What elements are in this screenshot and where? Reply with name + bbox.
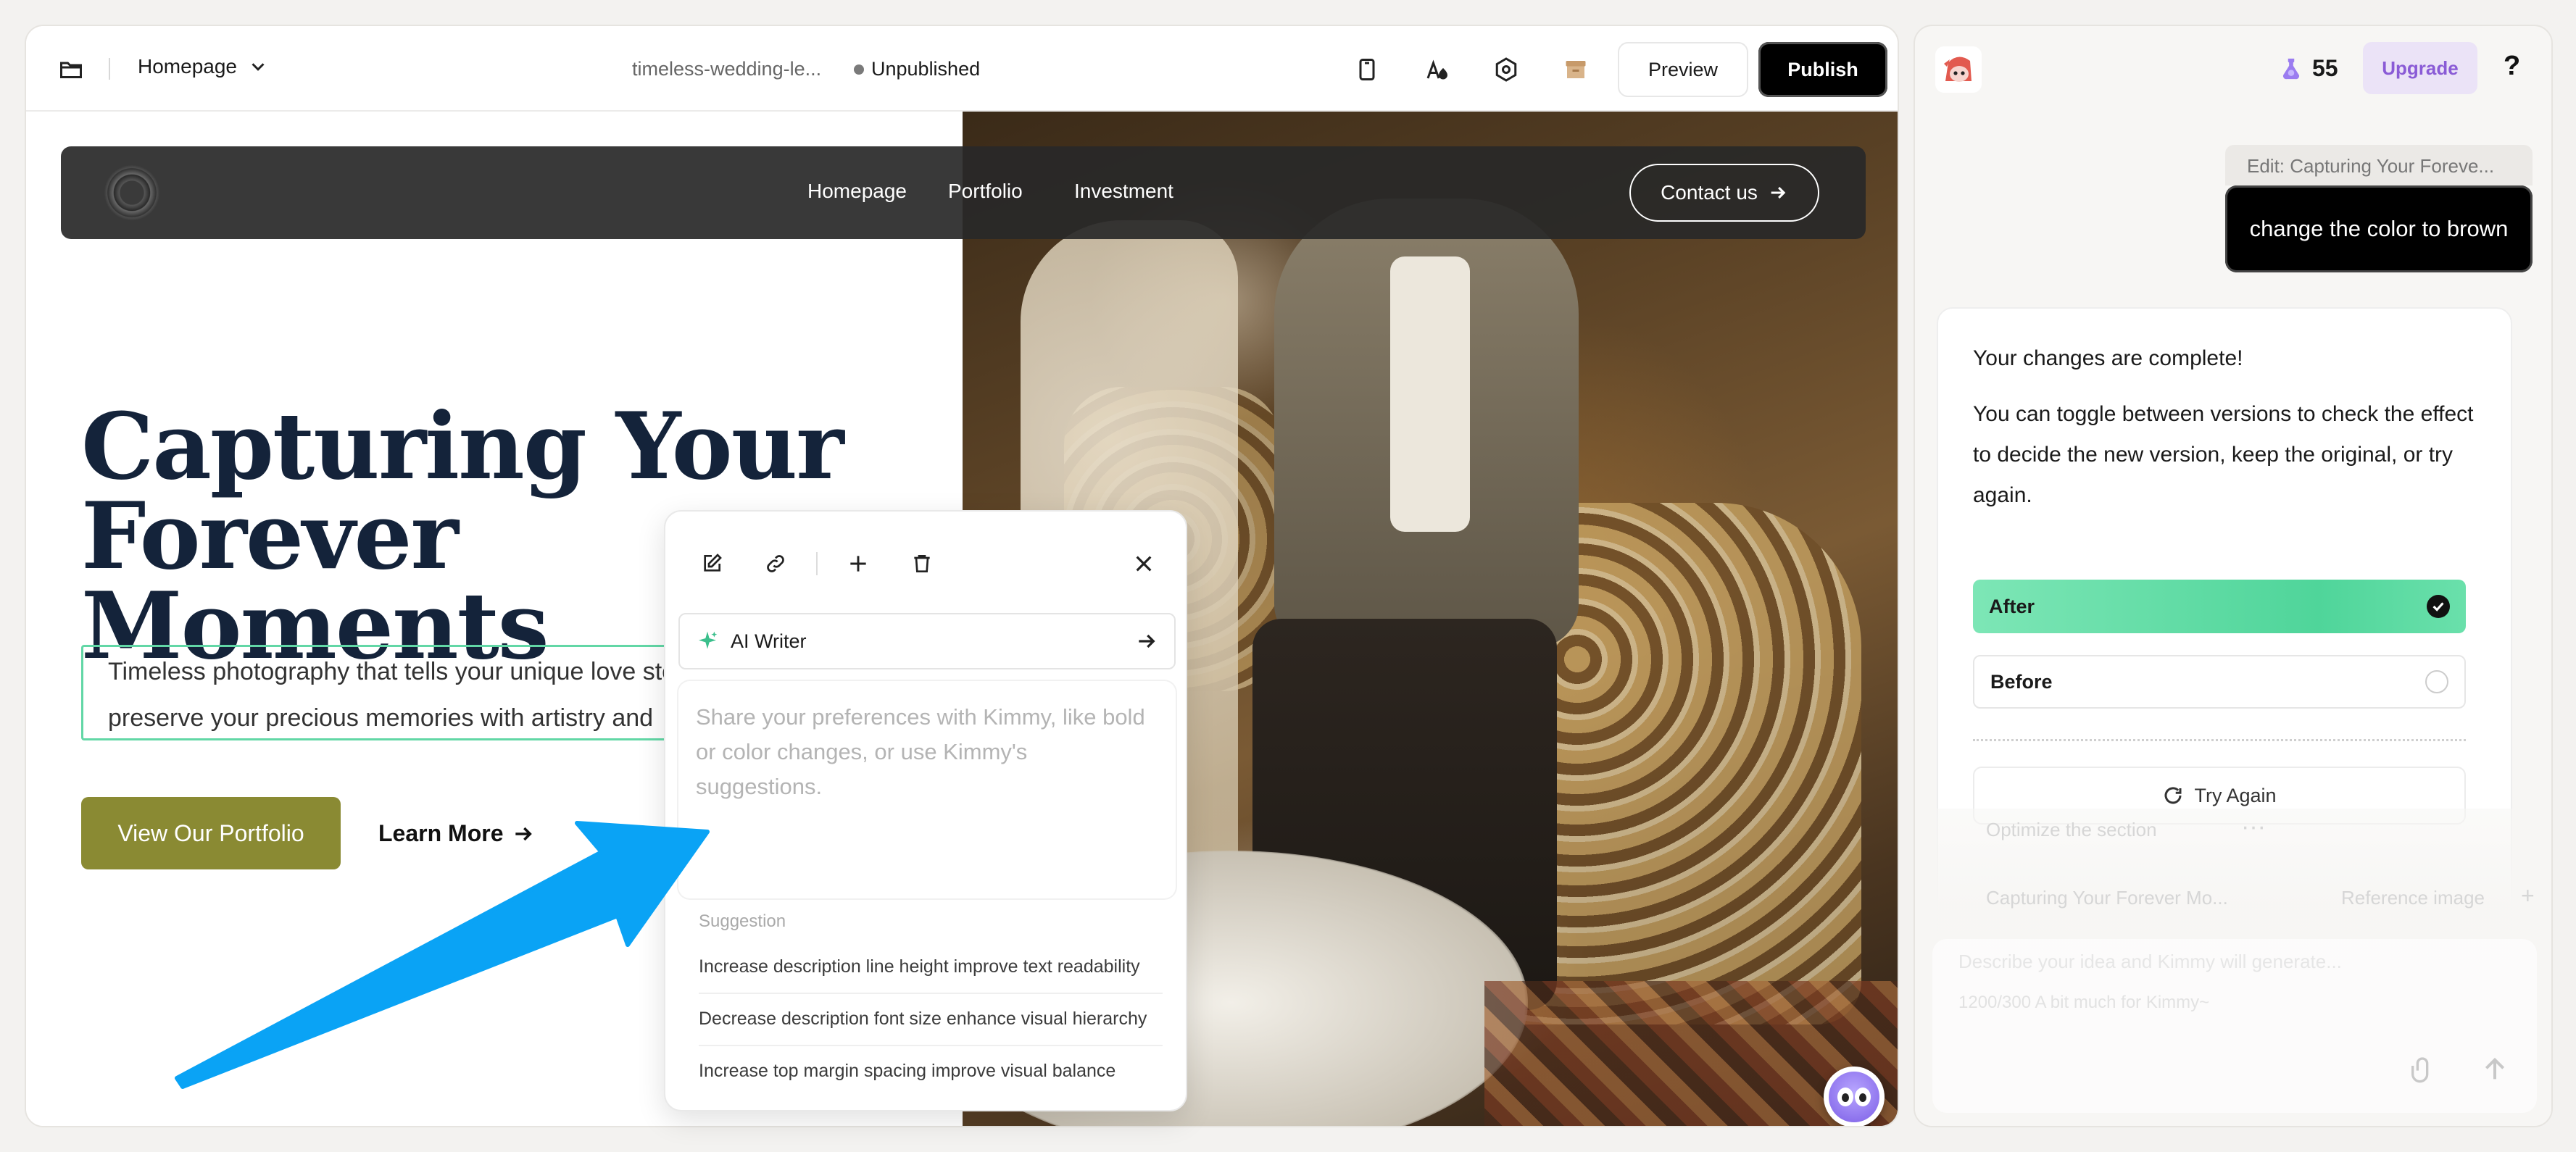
radio-empty-icon [2425, 670, 2448, 693]
preferences-textarea[interactable]: Share your preferences with Kimmy, like … [678, 681, 1176, 898]
version-option-after[interactable]: After [1973, 580, 2466, 633]
arrow-right-icon [1771, 186, 1786, 199]
suggestion-item[interactable]: Increase top margin spacing improve visu… [699, 1061, 1170, 1082]
folder-icon[interactable] [58, 57, 84, 83]
suggestion-divider [699, 993, 1163, 994]
theme-style-icon[interactable] [1422, 55, 1451, 84]
chevron-down-icon [252, 63, 265, 71]
hero-description: Timeless photography that tells your uni… [83, 647, 719, 738]
hero-title-line1: Capturing Your [81, 393, 844, 500]
checkmark-icon [2427, 595, 2450, 618]
toolbar-divider [109, 58, 110, 80]
page-selector[interactable]: Homepage [138, 55, 269, 78]
link-icon[interactable] [761, 549, 790, 578]
add-icon[interactable] [844, 549, 873, 578]
page-selector-label: Homepage [138, 55, 237, 78]
popover-divider [816, 552, 818, 575]
ai-edit-popover: AI Writer Share your preferences with Ki… [664, 510, 1187, 1111]
nav-homepage[interactable]: Homepage [807, 180, 907, 203]
edit-context-label: Edit: Capturing Your Foreve... [2225, 145, 2533, 185]
credits-value: 55 [2312, 55, 2338, 81]
potion-icon [2282, 58, 2300, 79]
refresh-icon [2164, 787, 2182, 804]
attachment-icon[interactable] [2408, 1055, 2437, 1084]
option-before-label: Before [1990, 670, 2053, 693]
send-icon[interactable] [2480, 1055, 2509, 1084]
chat-input-placeholder: Describe your idea and Kimmy will genera… [1958, 951, 2342, 972]
assistant-chat-panel: 55 Upgrade ? Edit: Capturing Your Foreve… [1914, 25, 2553, 1127]
contact-button[interactable]: Contact us [1629, 164, 1819, 222]
close-icon[interactable] [1129, 549, 1158, 578]
editor-toolbar: Homepage timeless-wedding-le... Unpublis… [26, 26, 1898, 112]
site-logo-icon[interactable] [104, 165, 159, 220]
publish-status: Unpublished [854, 58, 980, 80]
selected-section-chip[interactable]: Capturing Your Forever Mo... [1986, 887, 2228, 909]
sparkle-icon [699, 631, 718, 649]
suggestion-item[interactable]: Decrease description font size enhance v… [699, 1009, 1170, 1030]
suggestion-item[interactable]: Increase description line height improve… [699, 956, 1170, 977]
hero-description-selected[interactable]: Timeless photography that tells your uni… [81, 645, 719, 740]
photo-shirt [1390, 256, 1470, 532]
settings-icon[interactable] [1492, 55, 1521, 84]
response-text: You can toggle between versions to check… [1973, 402, 2474, 507]
reference-image-button[interactable]: Reference image [2341, 887, 2485, 909]
nav-portfolio[interactable]: Portfolio [948, 180, 1023, 203]
ai-writer-button[interactable]: AI Writer [678, 613, 1176, 669]
arrow-right-icon [1139, 634, 1155, 648]
add-reference-icon[interactable]: + [2521, 882, 2535, 909]
suggestion-divider [699, 1045, 1163, 1046]
upgrade-button[interactable]: Upgrade [2363, 42, 2477, 94]
version-option-before[interactable]: Before [1973, 655, 2466, 709]
char-counter: 1200/300 A bit much for Kimmy~ [1958, 993, 2210, 1012]
trash-icon[interactable] [907, 549, 936, 578]
archive-box-icon[interactable] [1561, 55, 1590, 84]
site-navbar[interactable]: Homepage Portfolio Investment Contact us [61, 146, 1866, 239]
optimize-section-chip[interactable]: Optimize the section [1986, 819, 2157, 841]
hero-desc-line1: Timeless photography that tells your uni… [108, 658, 719, 685]
nav-investment[interactable]: Investment [1074, 180, 1173, 203]
more-options-icon[interactable]: ··· [2241, 813, 2266, 841]
hero-desc-line2: preserve your precious memories with art… [108, 704, 654, 732]
publish-button[interactable]: Publish [1758, 42, 1887, 97]
mobile-view-icon[interactable] [1353, 55, 1382, 84]
edit-icon[interactable] [697, 549, 726, 578]
user-message-bubble: change the color to brown [2225, 185, 2533, 272]
status-label: Unpublished [871, 58, 981, 80]
option-after-label: After [1989, 595, 2035, 617]
help-icon[interactable]: ? [2504, 51, 2520, 82]
response-title: Your changes are complete! [1973, 346, 2243, 370]
annotation-arrow-icon [175, 821, 710, 1089]
status-dot-icon [854, 64, 864, 75]
kimmy-mascot-icon[interactable] [1824, 1067, 1885, 1126]
preview-button[interactable]: Preview [1618, 42, 1748, 97]
contact-button-label: Contact us [1661, 181, 1758, 204]
file-name: timeless-wedding-le... [632, 58, 822, 80]
ai-writer-label: AI Writer [731, 630, 807, 652]
credits-counter[interactable]: 55 [2279, 55, 2338, 82]
assistant-avatar [1935, 46, 1982, 93]
try-again-label: Try Again [2194, 784, 2277, 806]
dotted-divider [1973, 739, 2466, 741]
